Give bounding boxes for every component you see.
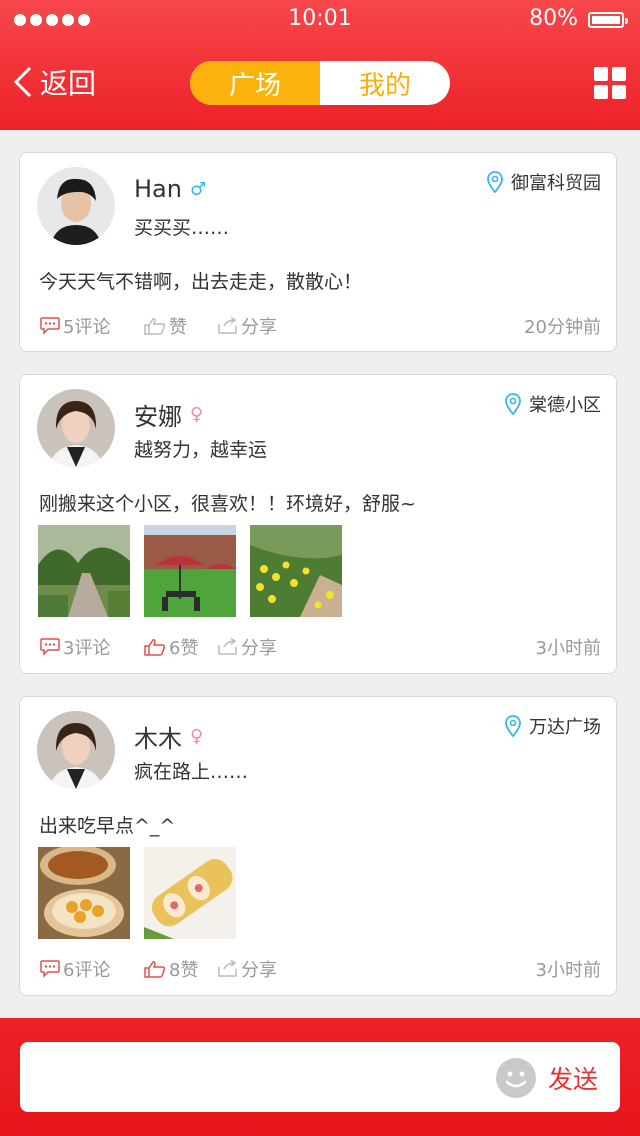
- thumbs-up-icon: [144, 639, 166, 656]
- female-icon: ♀: [190, 726, 204, 747]
- share-label: 分享: [241, 638, 277, 659]
- comment-count: 5评论: [63, 317, 111, 338]
- comment-count: 3评论: [63, 638, 111, 659]
- location-tag[interactable]: 万达广场: [505, 713, 601, 739]
- comment-button[interactable]: 5评论: [40, 313, 144, 339]
- comment-icon: [40, 317, 60, 335]
- user-signature: 买买买……: [134, 217, 230, 239]
- share-icon: [218, 960, 237, 977]
- comment-count: 6评论: [63, 960, 111, 981]
- post-content: 出来吃早点^_^: [39, 815, 176, 837]
- post-card: 安娜 ♀ 越努力，越幸运 棠德小区 刚搬来这个小区，很喜欢！！环境好，舒服~ 3…: [19, 374, 617, 674]
- segment-tabs: 广场 我的: [190, 61, 450, 105]
- post-content: 刚搬来这个小区，很喜欢！！环境好，舒服~: [39, 493, 416, 515]
- post-actions: 5评论 赞 分享 20分钟前: [40, 312, 601, 340]
- location-label: 御富科贸园: [511, 173, 601, 194]
- user-name[interactable]: 安娜: [134, 397, 182, 432]
- comment-button[interactable]: 6评论: [40, 956, 144, 982]
- post-content: 今天天气不错啊，出去走走，散散心！: [39, 271, 363, 293]
- sushi-roll-photo[interactable]: [144, 847, 236, 939]
- avatar[interactable]: [37, 711, 115, 789]
- photo-grid: [38, 525, 342, 617]
- user-signature: 越努力，越幸运: [134, 439, 268, 461]
- post-actions: 3评论 6赞 分享 3小时前: [40, 633, 601, 661]
- flower-bed-photo[interactable]: [250, 525, 342, 617]
- location-pin-icon: [505, 715, 521, 737]
- comment-composer: 发送: [0, 1018, 640, 1136]
- male-icon: ♂: [189, 178, 207, 200]
- like-button[interactable]: 8赞: [144, 956, 218, 982]
- post-card: Han ♂ 买买买…… 御富科贸园 今天天气不错啊，出去走走，散散心！ 5评论 …: [19, 152, 617, 352]
- location-pin-icon: [487, 171, 503, 193]
- grid-icon[interactable]: [594, 67, 626, 99]
- share-button[interactable]: 分享: [218, 956, 277, 982]
- share-label: 分享: [241, 317, 277, 338]
- battery-percent: 80%: [529, 6, 578, 31]
- comment-icon: [40, 638, 60, 656]
- share-icon: [218, 638, 237, 655]
- location-label: 棠德小区: [529, 395, 601, 416]
- avatar[interactable]: [37, 389, 115, 467]
- location-label: 万达广场: [529, 717, 601, 738]
- patio-umbrella-photo[interactable]: [144, 525, 236, 617]
- avatar[interactable]: [37, 167, 115, 245]
- post-time: 20分钟前: [524, 317, 601, 338]
- user-signature: 疯在路上……: [134, 761, 249, 783]
- location-tag[interactable]: 棠德小区: [505, 391, 601, 417]
- thumbs-up-icon: [144, 961, 166, 978]
- photo-grid: [38, 847, 236, 939]
- like-button[interactable]: 6赞: [144, 634, 218, 660]
- comment-button[interactable]: 3评论: [40, 634, 144, 660]
- share-button[interactable]: 分享: [218, 313, 277, 339]
- status-bar: 10:01 80%: [0, 0, 640, 40]
- comment-input[interactable]: [34, 1056, 498, 1100]
- share-label: 分享: [241, 960, 277, 981]
- user-name[interactable]: Han: [134, 175, 182, 203]
- post-time: 3小时前: [535, 960, 601, 981]
- battery-icon: [588, 12, 628, 28]
- location-pin-icon: [505, 393, 521, 415]
- post-actions: 6评论 8赞 分享 3小时前: [40, 955, 601, 983]
- share-button[interactable]: 分享: [218, 634, 277, 660]
- like-count: 8赞: [169, 960, 199, 981]
- emoji-icon[interactable]: [496, 1058, 536, 1098]
- composer-box: 发送: [20, 1042, 620, 1112]
- location-tag[interactable]: 御富科贸园: [487, 169, 601, 195]
- app-header: 10:01 80% 返回 广场 我的: [0, 0, 640, 130]
- comment-icon: [40, 960, 60, 978]
- dim-sum-photo[interactable]: [38, 847, 130, 939]
- send-button[interactable]: 发送: [548, 1060, 598, 1096]
- post-card: 木木 ♀ 疯在路上…… 万达广场 出来吃早点^_^ 6评论 8赞 分享 3小时前: [19, 696, 617, 996]
- garden-path-photo[interactable]: [38, 525, 130, 617]
- like-count: 赞: [169, 317, 187, 338]
- back-label: 返回: [40, 67, 97, 100]
- share-icon: [218, 317, 237, 334]
- chevron-left-icon: [13, 66, 32, 98]
- tab-plaza[interactable]: 广场: [190, 61, 320, 105]
- like-count: 6赞: [169, 638, 199, 659]
- tab-mine[interactable]: 我的: [320, 61, 450, 105]
- user-name[interactable]: 木木: [134, 719, 182, 754]
- like-button[interactable]: 赞: [144, 313, 218, 339]
- female-icon: ♀: [190, 404, 204, 425]
- post-time: 3小时前: [535, 638, 601, 659]
- back-button[interactable]: 返回: [12, 62, 96, 102]
- thumbs-up-icon: [144, 318, 166, 335]
